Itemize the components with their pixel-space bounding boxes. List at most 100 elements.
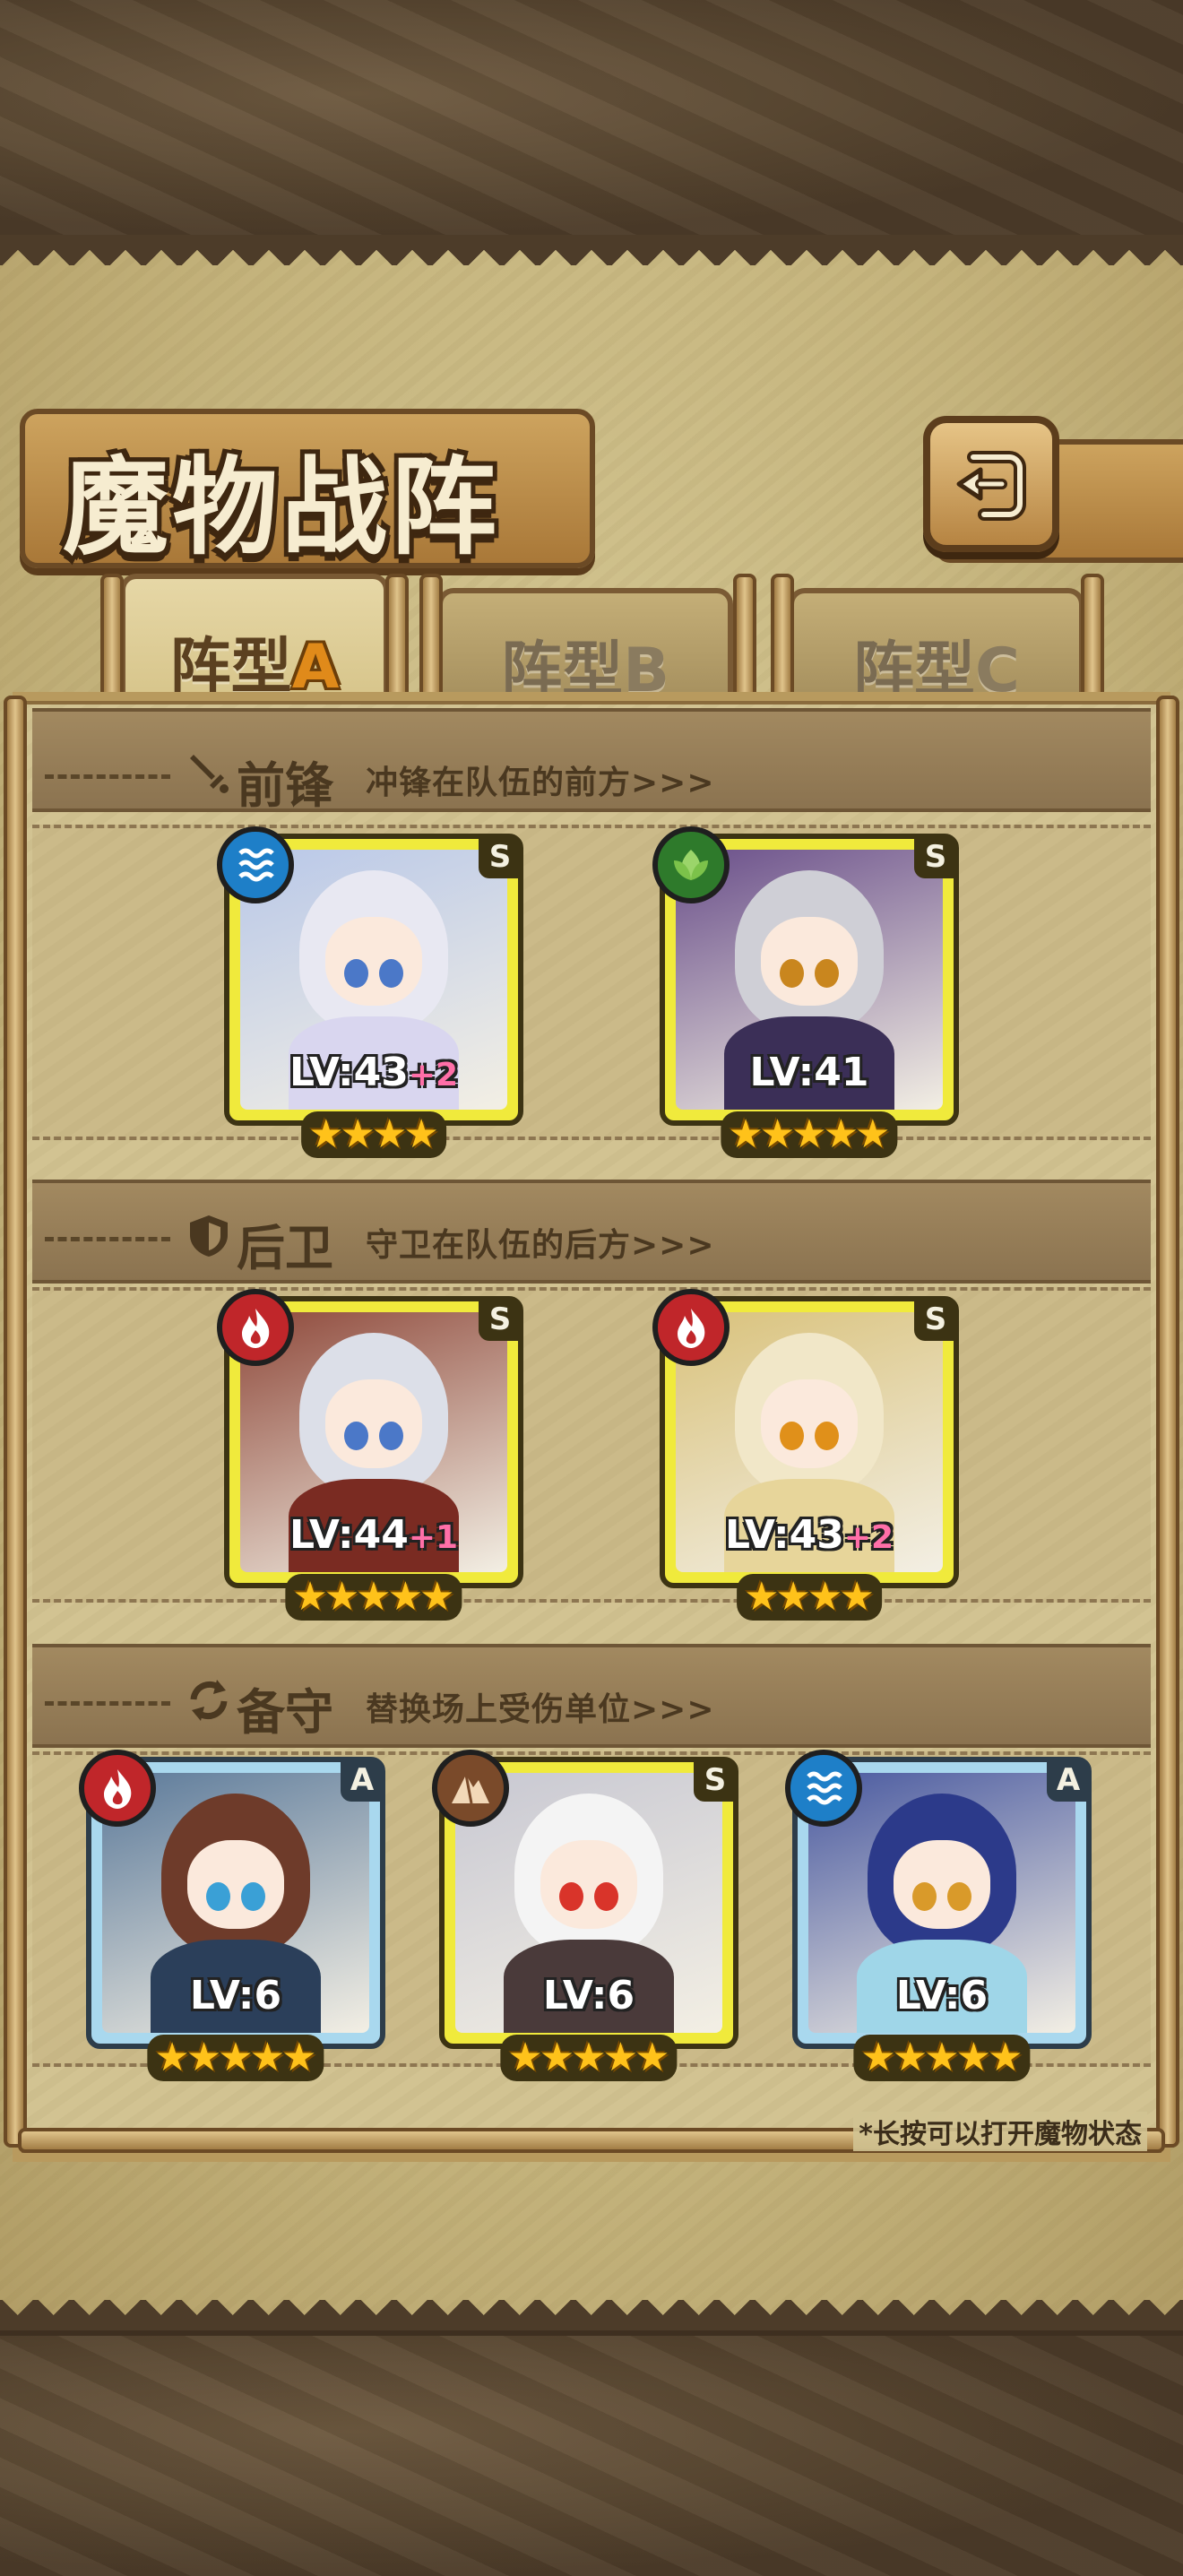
tab-formation-a[interactable]: 阵型A — [120, 574, 389, 703]
star-icon: ★ — [924, 2035, 960, 2080]
star-icon: ★ — [539, 2035, 575, 2080]
lane-rearguard — [32, 1287, 1151, 1603]
star-icon: ★ — [988, 2035, 1023, 2080]
map-background-bottom — [0, 2330, 1183, 2576]
star-icon: ★ — [340, 1111, 376, 1157]
level-value: LV:6 — [542, 1973, 635, 2018]
star-icon: ★ — [955, 2035, 992, 2080]
rank-letter: S — [704, 1762, 727, 1798]
star-icon: ★ — [860, 2035, 896, 2080]
unit-card-vanguard-2[interactable]: S LV:41 ★★★★★ — [652, 826, 959, 1158]
element-fire-icon — [79, 1750, 156, 1827]
tab-formation-c[interactable]: 阵型C — [789, 588, 1084, 706]
star-icon: ★ — [281, 2035, 317, 2080]
section-header-reserve: 备守 替换场上受伤单位>>> — [32, 1676, 1151, 1741]
rank-badge: A — [1047, 1759, 1090, 1802]
star-rating: ★★★★ — [737, 1574, 882, 1621]
return-arrow-icon — [956, 451, 1026, 521]
unit-card-reserve-1[interactable]: A LV:6 ★★★★★ — [79, 1750, 385, 2081]
unit-card-reserve-2[interactable]: S LV:6 ★★★★★ — [432, 1750, 738, 2081]
level-value: LV:43 — [724, 1512, 844, 1558]
star-icon: ★ — [308, 1111, 344, 1157]
star-rating: ★★★★★ — [285, 1574, 462, 1621]
star-icon: ★ — [775, 1574, 811, 1620]
star-icon: ★ — [892, 2035, 928, 2080]
star-icon: ★ — [372, 1111, 408, 1157]
rank-letter: S — [488, 839, 512, 875]
section-header-rearguard: 后卫 守卫在队伍的后方>>> — [32, 1212, 1151, 1276]
torn-edge-bottom — [0, 2300, 1183, 2330]
star-icon: ★ — [602, 2035, 639, 2080]
divider — [45, 774, 170, 779]
star-rating: ★★★★ — [301, 1111, 446, 1158]
star-icon: ★ — [419, 1574, 455, 1620]
board-post-right — [1156, 696, 1179, 2148]
back-button[interactable] — [923, 416, 1059, 552]
rank-letter: S — [488, 1301, 512, 1337]
divider — [45, 1237, 170, 1241]
level-bonus: +1 — [408, 1519, 459, 1556]
tab-post — [385, 574, 409, 699]
element-earth-icon — [432, 1750, 509, 1827]
star-icon: ★ — [823, 1111, 859, 1157]
tab-post — [100, 574, 124, 699]
tab-post — [1081, 574, 1104, 699]
section-title: 备守 — [237, 1684, 333, 1741]
element-water-icon — [785, 1750, 862, 1827]
star-rating: ★★★★★ — [721, 1111, 898, 1158]
torn-edge-top — [0, 235, 1183, 265]
section-header-vanguard: 前锋 冲锋在队伍的前方>>> — [32, 749, 1151, 814]
long-press-hint: *长按可以打开魔物状态 — [853, 2112, 1147, 2151]
unit-level: LV:43+2 — [665, 1512, 954, 1558]
unit-card-rearguard-2[interactable]: S LV:43+2 ★★★★ — [652, 1289, 959, 1621]
star-icon: ★ — [292, 1574, 328, 1620]
star-icon: ★ — [507, 2035, 543, 2080]
star-icon: ★ — [791, 1111, 827, 1157]
rank-badge: S — [479, 835, 522, 878]
star-icon: ★ — [249, 2035, 286, 2080]
divider — [45, 1701, 170, 1706]
rank-letter: S — [924, 1301, 947, 1337]
level-value: LV:43 — [289, 1050, 409, 1095]
star-icon: ★ — [635, 2035, 670, 2080]
unit-card-vanguard-1[interactable]: S LV:43+2 ★★★★ — [217, 826, 523, 1158]
unit-level: LV:43+2 — [229, 1050, 518, 1095]
star-rating: ★★★★★ — [500, 2035, 678, 2081]
section-description: 替换场上受伤单位>>> — [366, 1691, 715, 1728]
star-rating: ★★★★★ — [853, 2035, 1031, 2081]
map-background-top — [0, 0, 1183, 240]
unit-card-reserve-3[interactable]: A LV:6 ★★★★★ — [785, 1750, 1092, 2081]
unit-level: LV:6 — [91, 1973, 380, 2018]
star-icon: ★ — [807, 1574, 843, 1620]
star-icon: ★ — [324, 1574, 360, 1620]
tab-post — [419, 574, 443, 699]
level-value: LV:6 — [895, 1973, 989, 2018]
lane-vanguard — [32, 825, 1151, 1140]
level-value: LV:6 — [189, 1973, 282, 2018]
star-icon: ★ — [759, 1111, 796, 1157]
star-icon: ★ — [839, 1574, 875, 1620]
unit-level: LV:6 — [445, 1973, 733, 2018]
star-icon: ★ — [387, 1574, 424, 1620]
star-rating: ★★★★★ — [147, 2035, 324, 2081]
board-post-left — [4, 696, 27, 2148]
element-water-icon — [217, 826, 294, 903]
title-plate: 魔物战阵 — [20, 409, 595, 569]
element-nature-icon — [652, 826, 730, 903]
rank-badge: S — [914, 835, 957, 878]
star-icon: ★ — [218, 2035, 254, 2080]
unit-level: LV:6 — [798, 1973, 1086, 2018]
section-title: 后卫 — [237, 1220, 333, 1276]
star-icon: ★ — [403, 1111, 439, 1157]
swap-icon — [190, 1680, 228, 1721]
star-icon: ★ — [728, 1111, 764, 1157]
star-icon: ★ — [154, 2035, 190, 2080]
shield-icon — [190, 1215, 228, 1257]
element-fire-icon — [217, 1289, 294, 1366]
star-icon: ★ — [186, 2035, 222, 2080]
element-fire-icon — [652, 1289, 730, 1366]
sword-icon — [190, 755, 229, 793]
tab-formation-b[interactable]: 阵型B — [437, 588, 733, 706]
tab-post — [771, 574, 794, 699]
unit-card-rearguard-1[interactable]: S LV:44+1 ★★★★★ — [217, 1289, 523, 1621]
